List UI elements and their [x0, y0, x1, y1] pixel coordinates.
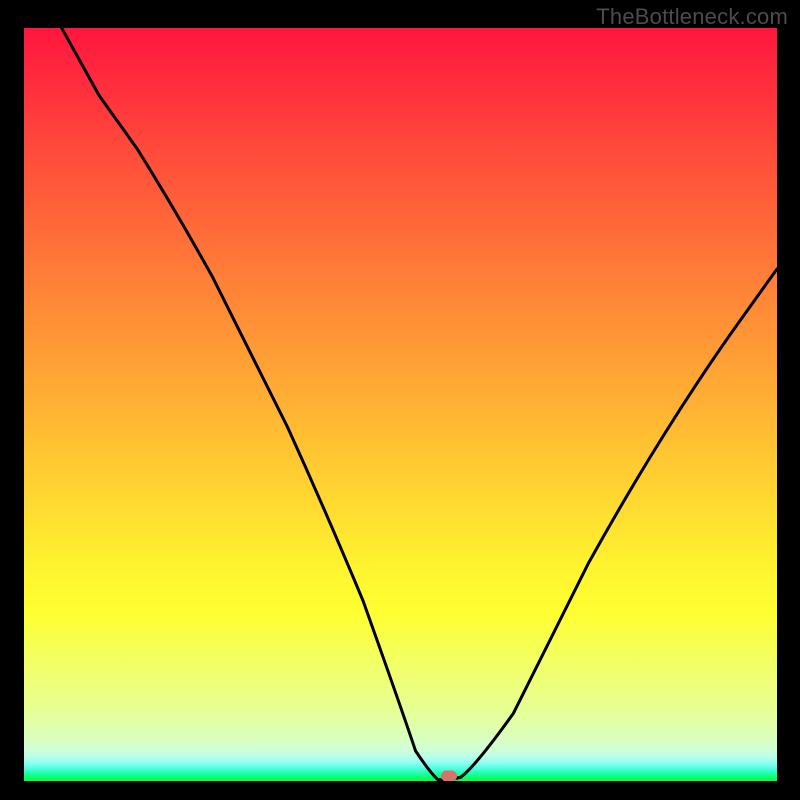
watermark-text: TheBottleneck.com [596, 4, 788, 30]
plot-area [24, 28, 777, 781]
chart-frame: TheBottleneck.com [0, 0, 800, 800]
minimum-marker [441, 771, 457, 781]
bottleneck-curve-path [62, 28, 777, 780]
curve-svg [24, 28, 777, 781]
